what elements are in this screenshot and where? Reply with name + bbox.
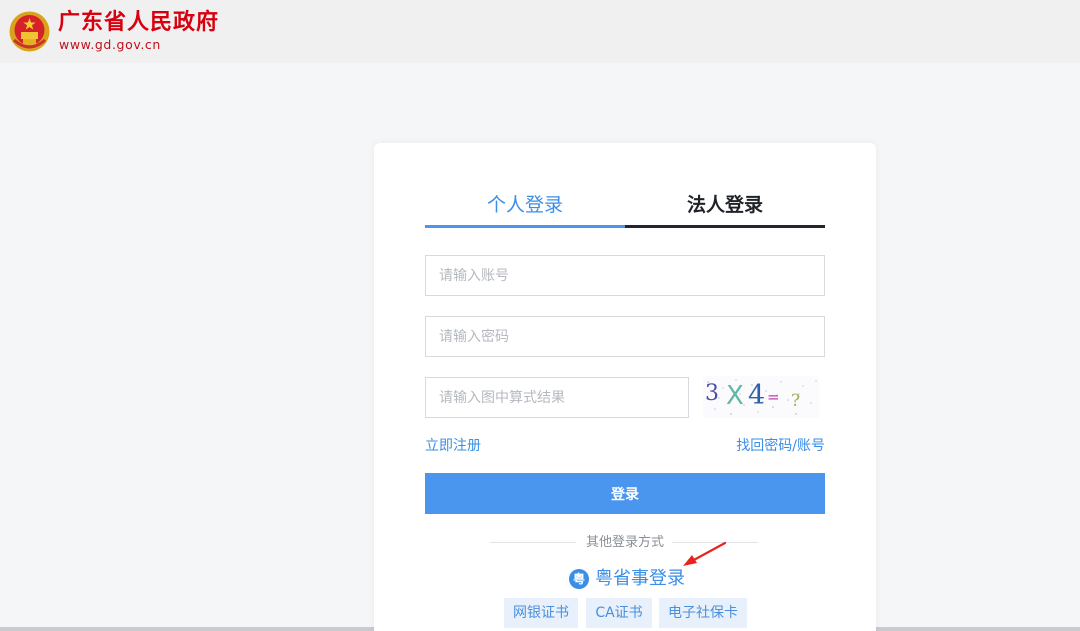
register-link[interactable]: 立即注册 <box>425 437 481 455</box>
site-url[interactable]: www.gd.gov.cn <box>59 37 161 53</box>
captcha-image[interactable]: 3 X 4 = ? <box>703 376 819 418</box>
captcha-text: 3 X 4 = ? <box>705 380 800 411</box>
annotation-arrow-icon <box>683 541 727 566</box>
site-header: 广东省人民政府 www.gd.gov.cn <box>0 0 1080 63</box>
ca-certificate-button[interactable]: CA证书 <box>586 598 652 628</box>
social-security-card-button[interactable]: 电子社保卡 <box>659 598 747 628</box>
login-card: 个人登录 法人登录 3 X 4 = ? 立即注册 找回密码/账号 登录 其他登录… <box>374 143 876 631</box>
yueshengshi-login-link[interactable]: 粤 粤省事登录 <box>569 567 685 591</box>
svg-text:3: 3 <box>705 381 719 406</box>
yueshengshi-icon: 粤 <box>569 569 589 589</box>
tab-personal-login[interactable]: 个人登录 <box>425 190 625 228</box>
national-emblem-icon <box>9 11 50 52</box>
recover-account-link[interactable]: 找回密码/账号 <box>736 437 825 455</box>
yueshengshi-label: 粤省事登录 <box>595 568 685 589</box>
svg-text:=: = <box>767 388 780 406</box>
site-name[interactable]: 广东省人民政府 <box>58 10 219 36</box>
account-input[interactable] <box>425 255 825 296</box>
tab-legal-login[interactable]: 法人登录 <box>625 190 825 228</box>
svg-text:X: X <box>726 381 744 411</box>
other-methods-label: 其他登录方式 <box>585 535 664 550</box>
login-button[interactable]: 登录 <box>425 473 825 514</box>
bank-certificate-button[interactable]: 网银证书 <box>504 598 578 628</box>
svg-text:4: 4 <box>748 380 765 411</box>
password-input[interactable] <box>425 316 825 357</box>
svg-text:?: ? <box>791 391 800 411</box>
captcha-input[interactable] <box>425 377 689 418</box>
divider-line-left <box>490 542 576 543</box>
